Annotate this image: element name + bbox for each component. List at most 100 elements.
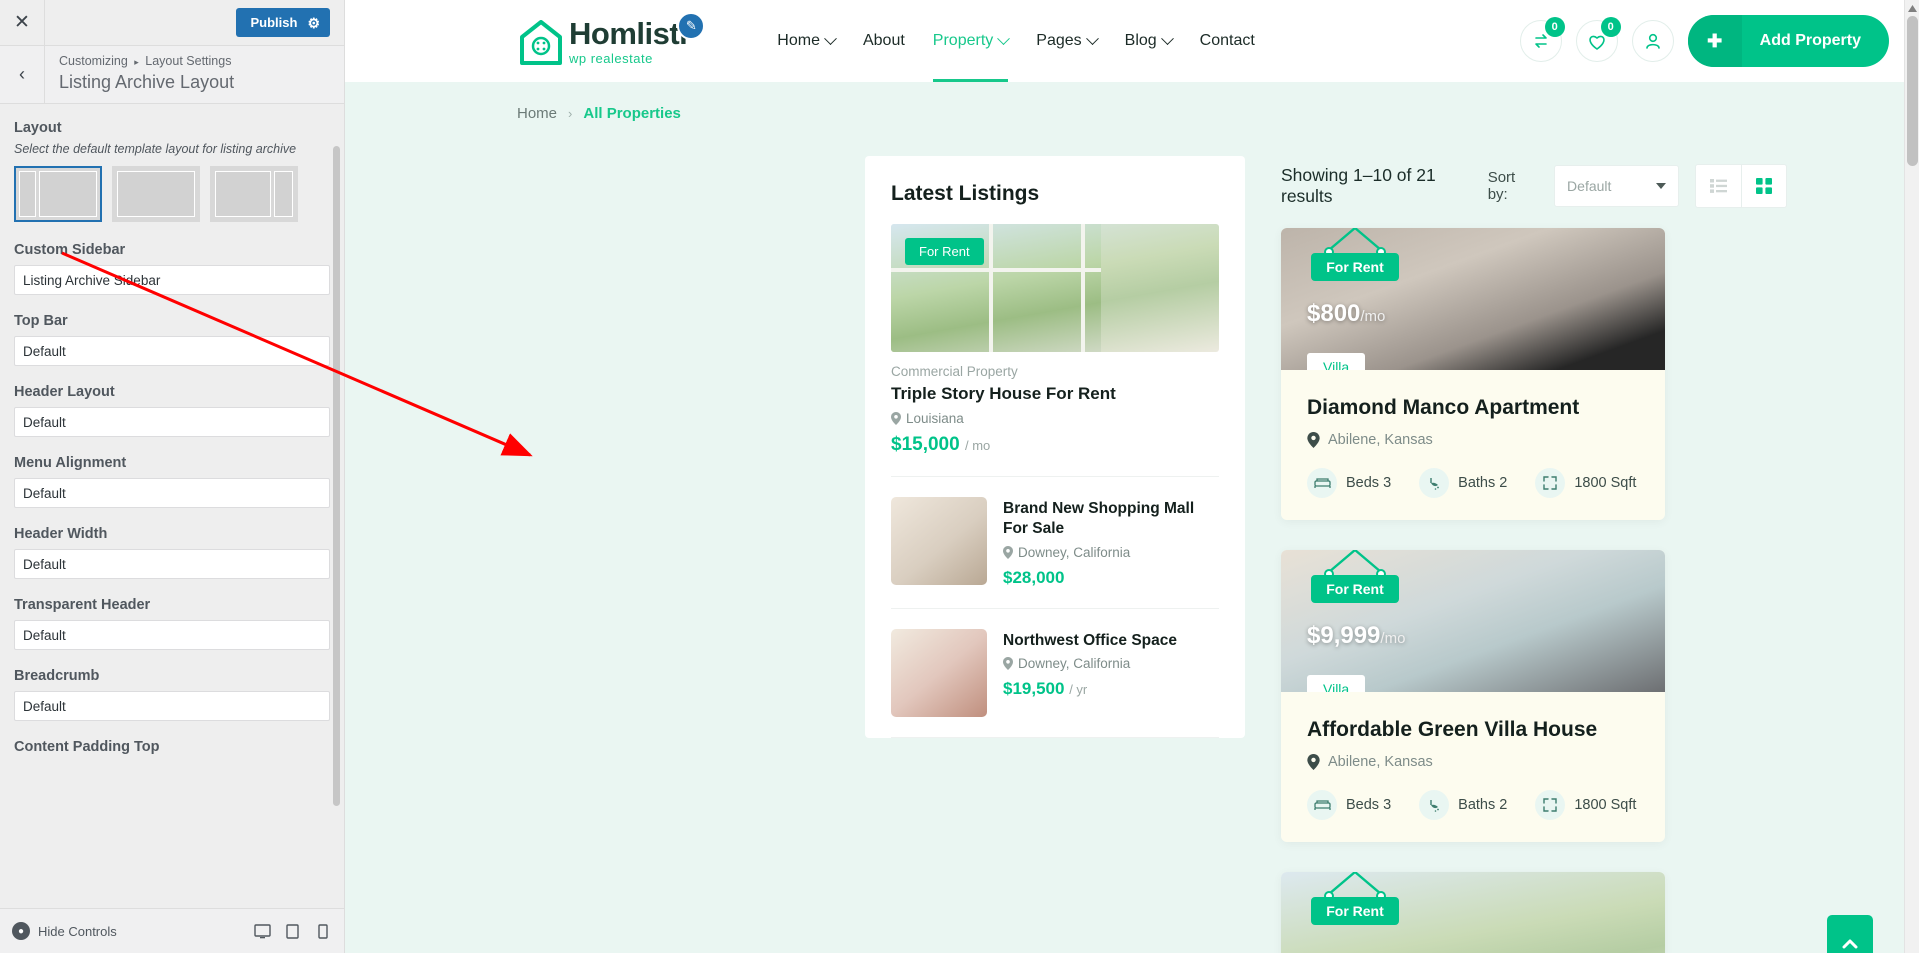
property-card-image: For Rent $9,999/mo Villa [1281,550,1665,692]
close-customizer-icon[interactable]: ✕ [0,0,45,45]
property-type-tag[interactable]: Villa [1307,675,1366,692]
status-badge: For Rent [905,238,984,265]
chevron-down-icon [997,31,1011,45]
scroll-to-top-button[interactable] [1827,915,1873,953]
property-card[interactable]: For Rent $800/mo Villa Diamond Manco Apa… [1281,228,1665,520]
gear-icon[interactable]: ⚙ [307,16,320,30]
property-card-title[interactable]: Affordable Green Villa House [1307,718,1639,742]
sort-by-select[interactable]: Default [1554,165,1680,207]
brand-name: Homlisti [569,15,688,51]
list-view-button[interactable] [1696,165,1741,207]
nav-item-property[interactable]: Property [932,0,1011,82]
property-card-price: $800/mo [1307,300,1385,328]
feature-beds: Beds 3 [1307,790,1391,820]
price-amount: $9,999 [1307,622,1381,649]
breadcrumb-home[interactable]: Home [517,105,557,122]
list-item[interactable]: Brand New Shopping Mall For Sale Downey,… [891,476,1219,608]
grid-view-button[interactable] [1741,165,1786,207]
customizer-panel: ✕ Publish ⚙ ‹ Customizing ▸ Layout Setti… [0,0,345,953]
widget-title: Latest Listings [891,182,1040,205]
customizer-controls: Layout Select the default template layou… [0,104,344,908]
field-label: Top Bar [14,313,68,329]
field-value-header-width[interactable]: Default [14,549,330,579]
status-badge: For Rent [1307,228,1403,281]
list-item[interactable]: Northwest Office Space Downey, Californi… [891,607,1219,737]
pencil-icon[interactable]: ✎ [677,11,706,40]
list-item-thumbnail [891,497,987,585]
property-card-body: Diamond Manco Apartment Abilene, Kansas [1281,370,1665,520]
location-pin-icon [891,412,901,425]
preview-scrollbar[interactable] [1904,0,1919,953]
customizer-breadcrumb: Customizing ▸ Layout Settings [59,53,234,70]
feature-label: 1800 Sqft [1574,797,1637,813]
customizer-scrollbar[interactable] [333,104,342,908]
hanging-sign-rope-icon [1324,872,1386,900]
featured-listing-title[interactable]: Triple Story House For Rent [891,384,1219,404]
feature-label: Baths 2 [1458,797,1508,813]
desktop-icon[interactable] [252,922,272,940]
results-column: Showing 1–10 of 21 results Sort by: Defa… [1281,156,1919,953]
property-card[interactable]: For Rent [1281,872,1665,953]
list-item-title[interactable]: Northwest Office Space [1003,631,1219,651]
field-value-transparent-header[interactable]: Default [14,620,330,650]
site-brand[interactable]: Homlisti wp realestate ✎ [520,11,706,66]
customizer-scrollbar-thumb[interactable] [333,146,340,806]
nav-label: Pages [1036,32,1082,49]
hide-controls-button[interactable]: ● Hide Controls [12,922,117,940]
feature-area: 1800 Sqft [1535,790,1636,820]
breadcrumb-separator-icon: ▸ [134,57,139,67]
property-card-title[interactable]: Diamond Manco Apartment [1307,396,1639,420]
field-value-breadcrumb[interactable]: Default [14,691,330,721]
compare-badge: 0 [1544,17,1565,37]
breadcrumb-separator-icon: › [568,105,573,121]
brand-tagline: wp realestate [569,50,653,66]
list-item-info: Northwest Office Space Downey, Californi… [1003,629,1219,717]
layout-option-full-width[interactable] [112,166,200,222]
nav-item-home[interactable]: Home [777,0,837,82]
property-type-tag[interactable]: Villa [1307,353,1366,370]
nav-item-contact[interactable]: Contact [1200,0,1255,82]
results-tools: Sort by: Default [1488,164,1787,208]
customizer-topbar: ✕ Publish ⚙ [0,0,344,46]
tablet-icon[interactable] [282,922,302,940]
list-item-price: $19,500 / yr [1003,679,1219,699]
field-value-custom-sidebar[interactable]: Listing Archive Sidebar [14,265,330,295]
list-item-title[interactable]: Brand New Shopping Mall For Sale [1003,499,1219,539]
nav-item-blog[interactable]: Blog [1124,0,1174,82]
preview-scrollbar-thumb[interactable] [1907,16,1918,166]
property-card-location: Abilene, Kansas [1307,432,1639,448]
publish-button[interactable]: Publish ⚙ [236,8,330,37]
location-text: Abilene, Kansas [1328,754,1433,770]
property-card[interactable]: For Rent $9,999/mo Villa Affordable Gree… [1281,550,1665,842]
grid-view-icon [1756,178,1773,194]
chevron-up-icon [1842,939,1858,949]
shower-icon [1419,468,1450,498]
layout-option-right-sidebar[interactable] [210,166,298,222]
nav-item-pages[interactable]: Pages [1036,0,1099,82]
mobile-icon[interactable] [312,922,332,940]
compare-button[interactable]: 0 [1519,17,1565,62]
scrollbar-up-arrow[interactable] [1905,0,1919,16]
property-card-features: Beds 3 Baths 2 1800 Sqft [1307,790,1639,820]
layout-option-left-sidebar[interactable] [14,166,102,222]
breadcrumb-root[interactable]: Customizing [59,54,128,68]
field-value-top-bar[interactable]: Default [14,336,330,366]
property-cards-grid: For Rent $800/mo Villa Diamond Manco Apa… [1281,228,1787,953]
nav-item-about[interactable]: About [863,0,905,82]
field-value-header-layout[interactable]: Default [14,407,330,437]
list-item-location: Downey, California [1003,656,1219,671]
field-value-menu-alignment[interactable]: Default [14,478,330,508]
breadcrumb-parent[interactable]: Layout Settings [145,54,231,68]
wishlist-button[interactable]: 0 [1575,17,1621,62]
back-button[interactable]: ‹ [0,46,45,103]
nav-label: Blog [1124,32,1157,49]
location-pin-icon [1003,657,1013,671]
account-button[interactable] [1631,20,1674,62]
location-pin-icon [1307,432,1320,448]
add-property-button[interactable]: ✚ Add Property [1687,15,1889,67]
featured-listing[interactable]: For Rent Commercial Property Triple Stor… [891,224,1219,456]
breadcrumb-current[interactable]: All Properties [583,105,681,122]
sort-by-label: Sort by: [1487,169,1516,203]
field-transparent-header: Transparent Header Default [14,597,330,650]
featured-listing-location: Louisiana [891,411,1219,426]
